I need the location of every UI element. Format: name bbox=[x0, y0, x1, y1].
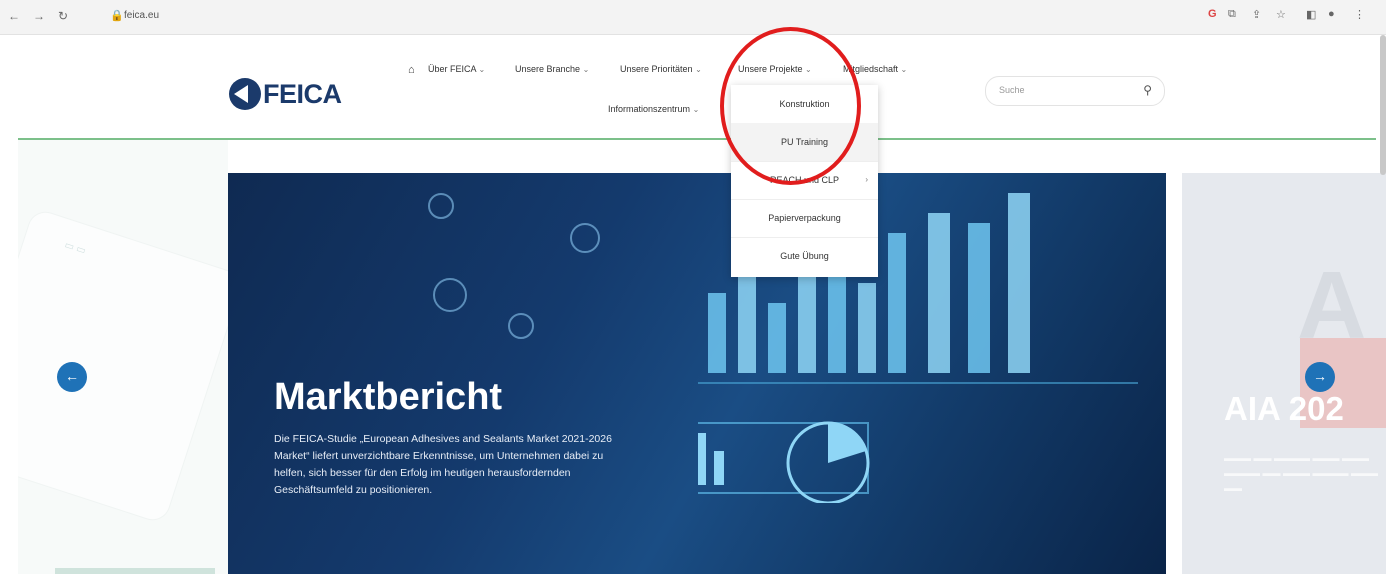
dropdown-item-papierverpackung[interactable]: Papierverpackung bbox=[731, 199, 878, 238]
feica-logo-icon bbox=[229, 78, 261, 110]
sidepanel-icon[interactable]: ◧ bbox=[1306, 8, 1316, 21]
chevron-right-icon: › bbox=[865, 175, 868, 184]
nav-label: Unsere Prioritäten bbox=[620, 64, 693, 74]
page-scrollbar[interactable] bbox=[1380, 35, 1386, 175]
nav-label: Unsere Branche bbox=[515, 64, 581, 74]
arrow-right-icon: → bbox=[1313, 368, 1327, 384]
site-header bbox=[0, 35, 1386, 139]
translate-icon[interactable]: ⧉ bbox=[1228, 8, 1236, 21]
bookmark-star-icon[interactable]: ☆ bbox=[1276, 8, 1286, 21]
reload-icon[interactable]: ↻ bbox=[58, 9, 68, 23]
next-slide-title: AIA 202 bbox=[1224, 390, 1344, 427]
browser-toolbar: ← → ↻ 🔒 feica.eu G ⧉ ⇪ ☆ ◧ ● ⋮ bbox=[0, 0, 1386, 35]
dropdown-label: Papierverpackung bbox=[768, 213, 841, 223]
nav-item-unsere-branche[interactable]: Unsere Branche ⌄ bbox=[515, 64, 589, 74]
nav-item-informationszentrum[interactable]: Informationszentrum ⌄ bbox=[608, 104, 699, 114]
url-text: feica.eu bbox=[124, 10, 160, 21]
chevron-down-icon: ⌄ bbox=[695, 65, 702, 74]
nav-label: Über FEICA bbox=[428, 64, 477, 74]
nav-item-unsere-prioritaeten[interactable]: Unsere Prioritäten ⌄ bbox=[620, 64, 702, 74]
cloud-icon bbox=[433, 278, 467, 312]
next-slide-description: ▬▬▬ ▬▬ ▬▬▬▬ ▬▬▬ ▬▬▬ ▬▬▬▬ ▬▬ ▬▬▬ ▬▬▬▬ ▬▬▬… bbox=[1224, 453, 1379, 493]
share-icon[interactable]: ⇪ bbox=[1252, 8, 1261, 21]
google-icon[interactable]: G bbox=[1208, 8, 1217, 20]
nav-label: Informationszentrum bbox=[608, 104, 691, 114]
chevron-down-icon: ⌄ bbox=[900, 65, 908, 74]
logo-text: FEICA bbox=[263, 79, 342, 109]
hero-slider: ▭ ▭ Marktbericht Die FEIC bbox=[0, 140, 1386, 574]
search-icon[interactable]: ⚲ bbox=[1143, 83, 1152, 97]
highlight-circle-annotation bbox=[720, 27, 861, 185]
slide-title: Marktbericht bbox=[274, 376, 503, 418]
chevron-down-icon: ⌄ bbox=[692, 105, 700, 114]
chevron-down-icon: ⌄ bbox=[582, 65, 590, 74]
profile-icon[interactable]: ● bbox=[1328, 8, 1335, 20]
previous-slide-overlay bbox=[18, 140, 228, 574]
dropdown-label: Gute Übung bbox=[780, 251, 829, 261]
menu-dots-icon[interactable]: ⋮ bbox=[1354, 8, 1365, 21]
slider-next-button[interactable]: → bbox=[1305, 362, 1335, 392]
previous-slide-bar bbox=[55, 568, 215, 574]
main-slide[interactable]: Marktbericht Die FEICA-Studie „European … bbox=[228, 173, 1166, 574]
network-icon bbox=[508, 313, 534, 339]
home-icon[interactable]: ⌂ bbox=[408, 64, 415, 76]
arrow-left-icon: ← bbox=[65, 368, 79, 384]
dropdown-item-gute-uebung[interactable]: Gute Übung bbox=[731, 237, 878, 275]
address-bar[interactable]: 🔒 feica.eu bbox=[110, 9, 1190, 25]
nav-item-ueber-feica[interactable]: Über FEICA ⌄ bbox=[428, 64, 485, 74]
chevron-down-icon: ⌄ bbox=[478, 65, 486, 74]
database-icon bbox=[428, 193, 454, 219]
search-box[interactable]: Suche ⚲ bbox=[985, 76, 1165, 106]
search-placeholder: Suche bbox=[999, 85, 1025, 95]
back-icon[interactable]: ← bbox=[8, 9, 20, 23]
slider-prev-button[interactable]: ← bbox=[57, 362, 87, 392]
slide-description: Die FEICA-Studie „European Adhesives and… bbox=[274, 433, 612, 496]
lock-icon: 🔒 bbox=[110, 10, 124, 22]
next-slide[interactable]: A AIA 202 ▬▬▬ ▬▬ ▬▬▬▬ ▬▬▬ ▬▬▬ ▬▬▬▬ ▬▬ ▬▬… bbox=[1182, 173, 1386, 574]
forward-icon[interactable]: → bbox=[33, 9, 45, 23]
merge-icon bbox=[570, 223, 600, 253]
